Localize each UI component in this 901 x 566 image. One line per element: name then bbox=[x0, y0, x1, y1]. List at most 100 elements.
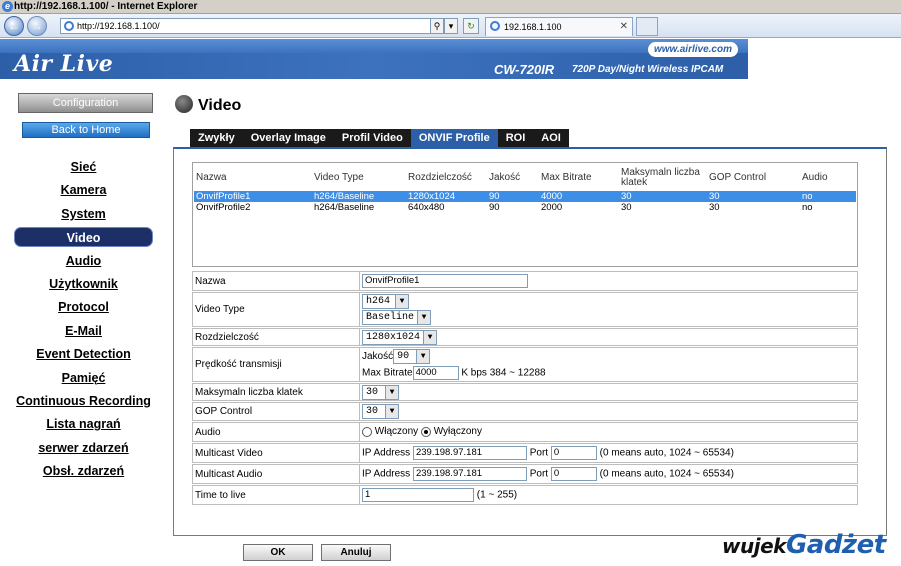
browser-tab[interactable]: 192.168.1.100 ✕ bbox=[485, 17, 633, 36]
ttl-input[interactable]: 1 bbox=[362, 488, 474, 502]
gop-select[interactable]: 30 ▼ bbox=[362, 404, 399, 419]
sidebar-item-13[interactable]: Obsł. zdarzeń bbox=[12, 461, 155, 484]
tab-1[interactable]: Overlay Image bbox=[243, 129, 334, 148]
sidebar-item-11[interactable]: Lista nagrań bbox=[12, 414, 155, 437]
column-header: Max Bitrate bbox=[541, 172, 592, 183]
table-row[interactable]: OnvifProfile1 h264/Baseline 1280x1024 90 400… bbox=[194, 191, 856, 202]
form-row-video-type: Video Type h264 ▼ Baseline ▼ bbox=[192, 292, 858, 327]
codec-profile-select[interactable]: Baseline ▼ bbox=[362, 310, 432, 325]
brand-logo: Air Live bbox=[14, 51, 114, 77]
sidebar-item-3[interactable]: Video bbox=[14, 227, 153, 248]
multicast-audio-label: Multicast Audio bbox=[193, 465, 360, 483]
column-header: Rozdzielczość bbox=[408, 172, 472, 183]
page-title-text: Video bbox=[198, 97, 242, 114]
form-row-multicast-audio: Multicast Audio IP Address 239.198.97.18… bbox=[192, 464, 858, 484]
sidebar-item-0[interactable]: Sieć bbox=[12, 157, 155, 180]
configuration-button[interactable]: Configuration bbox=[18, 93, 153, 113]
tab-5[interactable]: AOI bbox=[533, 129, 569, 148]
column-header: Jakość bbox=[489, 172, 521, 183]
sidebar-item-8[interactable]: Event Detection bbox=[12, 344, 155, 367]
fps-select[interactable]: 30 ▼ bbox=[362, 385, 399, 400]
multicast-audio-ip-input[interactable]: 239.198.97.181 bbox=[412, 467, 527, 481]
sidebar-item-6[interactable]: Protocol bbox=[12, 297, 155, 320]
sidebar-item-2[interactable]: System bbox=[12, 204, 155, 227]
form-row-bitrate: Prędkość transmisji Jakość 90 ▼ Max Bitrat… bbox=[192, 347, 858, 382]
form-row-fps: Maksymaln liczba klatek 30 ▼ bbox=[192, 383, 858, 401]
brand-url: www.airlive.com bbox=[648, 42, 738, 57]
refresh-icon[interactable]: ↻ bbox=[463, 18, 479, 34]
ttl-label: Time to live bbox=[193, 486, 360, 504]
close-tab-icon[interactable]: ✕ bbox=[620, 18, 628, 36]
profile-name-input[interactable]: OnvifProfile1 bbox=[362, 274, 528, 288]
form-row-name: Nazwa OnvifProfile1 bbox=[192, 271, 858, 291]
browser-toolbar: ← → http://192.168.1.100/ ⚲ ▾ ↻ 192.168.… bbox=[0, 14, 901, 38]
column-header: Nazwa bbox=[196, 172, 227, 183]
back-arrow-icon[interactable]: ← bbox=[4, 16, 24, 36]
multicast-video-ip-input[interactable]: 239.198.97.181 bbox=[412, 446, 527, 460]
tab-3[interactable]: ONVIF Profile bbox=[410, 129, 498, 148]
video-section-icon bbox=[175, 95, 193, 113]
table-row[interactable]: OnvifProfile2 h264/Baseline 640x480 90 2000 3… bbox=[194, 202, 856, 213]
audio-on-radio[interactable] bbox=[362, 426, 372, 437]
bitrate-hint: K bps 384 ~ 12288 bbox=[461, 367, 546, 379]
form-row-multicast-video: Multicast Video IP Address 239.198.97.18… bbox=[192, 443, 858, 463]
search-icon[interactable]: ⚲ bbox=[430, 18, 444, 34]
sidebar-item-1[interactable]: Kamera bbox=[12, 180, 155, 203]
resolution-select[interactable]: 1280x1024 ▼ bbox=[362, 330, 438, 345]
sidebar-item-12[interactable]: serwer zdarzeń bbox=[12, 438, 155, 461]
table-cell: 640x480 bbox=[408, 202, 445, 213]
codec-select[interactable]: h264 ▼ bbox=[362, 294, 409, 309]
forward-arrow-icon[interactable]: → bbox=[27, 16, 47, 36]
address-text: http://192.168.1.100/ bbox=[77, 21, 160, 31]
speed-label: Prędkość transmisji bbox=[193, 348, 360, 381]
multicast-audio-port-input[interactable]: 0 bbox=[550, 467, 597, 481]
header-banner: Air Live www.airlive.com CW-720IR 720P D… bbox=[0, 39, 748, 79]
dropdown-arrow-icon[interactable]: ▾ bbox=[444, 18, 458, 34]
watermark-part1: wujek bbox=[722, 534, 786, 558]
port-label: Port bbox=[529, 468, 549, 480]
new-tab-button[interactable] bbox=[636, 17, 658, 36]
sidebar-item-9[interactable]: Pamięć bbox=[12, 368, 155, 391]
multicast-video-label: Multicast Video bbox=[193, 444, 360, 462]
sidebar-item-7[interactable]: E-Mail bbox=[12, 321, 155, 344]
chevron-down-icon: ▼ bbox=[423, 331, 437, 344]
sidebar-item-4[interactable]: Audio bbox=[12, 251, 155, 274]
chevron-down-icon: ▼ bbox=[417, 311, 431, 324]
tab-title: 192.168.1.100 bbox=[504, 22, 562, 32]
table-cell: 2000 bbox=[541, 202, 563, 213]
ok-button[interactable]: OK bbox=[243, 544, 313, 561]
multicast-video-port-input[interactable]: 0 bbox=[550, 446, 597, 460]
tab-0[interactable]: Zwykły bbox=[190, 129, 243, 148]
back-to-home-button[interactable]: Back to Home bbox=[22, 122, 150, 138]
quality-select[interactable]: 90 ▼ bbox=[393, 349, 431, 364]
table-cell: OnvifProfile1 bbox=[196, 191, 251, 202]
bitrate-input[interactable]: 4000 bbox=[412, 366, 459, 380]
tab-4[interactable]: ROI bbox=[498, 129, 534, 148]
profile-list-header: Nazwa Video Type Rozdzielczość Jakość Max Bi… bbox=[193, 165, 857, 191]
table-cell: no bbox=[802, 202, 813, 213]
fps-label: Maksymaln liczba klatek bbox=[193, 384, 360, 400]
window-title: http://192.168.1.100/ - Internet Explore… bbox=[14, 1, 198, 12]
profile-form: Nazwa OnvifProfile1 Video Type h264 ▼ Bas… bbox=[192, 271, 858, 506]
audio-off-radio[interactable] bbox=[420, 426, 431, 437]
cancel-button[interactable]: Anuluj bbox=[321, 544, 391, 561]
table-cell: h264/Baseline bbox=[314, 191, 375, 202]
ip-label: IP Address bbox=[362, 468, 411, 480]
address-bar[interactable]: http://192.168.1.100/ bbox=[60, 18, 456, 34]
port-label: Port bbox=[529, 447, 549, 459]
column-header: GOP Control bbox=[709, 172, 767, 183]
video-type-label: Video Type bbox=[193, 293, 360, 326]
tab-2[interactable]: Profil Video bbox=[334, 129, 411, 148]
column-header: Video Type bbox=[314, 172, 364, 183]
profile-list[interactable]: Nazwa Video Type Rozdzielczość Jakość Max Bi… bbox=[192, 162, 858, 267]
port-hint: (0 means auto, 1024 ~ 65534) bbox=[599, 447, 734, 459]
sidebar-menu: Sieć Kamera System Video Audio Użytkownik Prot… bbox=[12, 157, 155, 484]
sidebar-item-5[interactable]: Użytkownik bbox=[12, 274, 155, 297]
sidebar-item-10[interactable]: Continuous Recording bbox=[12, 391, 155, 414]
ip-label: IP Address bbox=[362, 447, 411, 459]
table-cell: 30 bbox=[621, 202, 632, 213]
name-label: Nazwa bbox=[193, 272, 360, 290]
quality-label: Jakość bbox=[362, 351, 394, 362]
table-cell: 90 bbox=[489, 191, 500, 202]
chevron-down-icon: ▼ bbox=[385, 405, 398, 418]
